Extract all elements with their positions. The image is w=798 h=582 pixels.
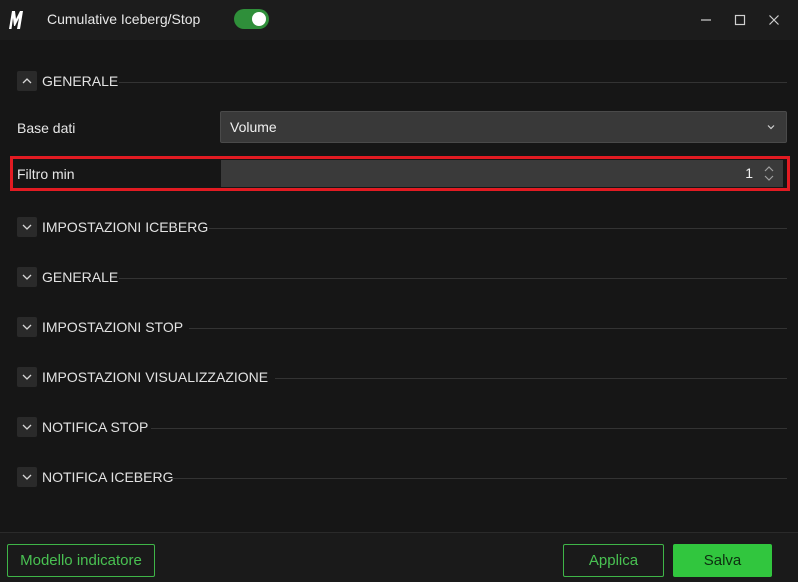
chevron-down-icon (767, 125, 775, 130)
expand-toggle[interactable] (17, 317, 37, 337)
minimize-button[interactable] (694, 8, 718, 32)
section-divider (209, 228, 787, 229)
chevron-up-icon (22, 78, 32, 84)
section-impostazioni-iceberg[interactable]: IMPOSTAZIONI ICEBERG (17, 217, 787, 239)
save-button[interactable]: Salva (673, 544, 772, 577)
filtro-min-label: Filtro min (17, 166, 75, 182)
maximize-icon (734, 14, 746, 26)
section-divider (151, 428, 787, 429)
apply-button[interactable]: Applica (563, 544, 664, 577)
section-title: GENERALE (42, 73, 119, 89)
collapse-toggle[interactable] (17, 71, 37, 91)
base-dati-value: Volume (230, 119, 277, 135)
indicator-enabled-toggle[interactable] (234, 9, 269, 29)
app-logo-icon (9, 11, 23, 29)
section-divider (189, 328, 787, 329)
minimize-icon (701, 19, 711, 21)
section-generale[interactable]: GENERALE (17, 267, 787, 289)
section-impostazioni-stop[interactable]: IMPOSTAZIONI STOP (17, 317, 787, 339)
section-divider (171, 478, 787, 479)
maximize-button[interactable] (728, 8, 752, 32)
title-bar: Cumulative Iceberg/Stop (0, 0, 798, 40)
expand-toggle[interactable] (17, 367, 37, 387)
filtro-min-value: 1 (745, 165, 753, 181)
close-icon (769, 15, 779, 25)
section-impostazioni-visualizzazione[interactable]: IMPOSTAZIONI VISUALIZZAZIONE (17, 367, 787, 389)
model-indicator-button[interactable]: Modello indicatore (7, 544, 155, 577)
chevron-down-icon (22, 374, 32, 380)
section-divider (119, 278, 787, 279)
section-notifica-stop[interactable]: NOTIFICA STOP (17, 417, 787, 439)
chevron-down-icon (22, 424, 32, 430)
section-title: NOTIFICA ICEBERG (42, 469, 174, 485)
expand-toggle[interactable] (17, 467, 37, 487)
base-dati-select[interactable]: Volume (220, 111, 787, 143)
close-button[interactable] (762, 8, 786, 32)
chevron-down-icon (22, 474, 32, 480)
section-title: IMPOSTAZIONI ICEBERG (42, 219, 209, 235)
toggle-knob (252, 12, 266, 26)
chevron-down-icon (22, 224, 32, 230)
filtro-min-input[interactable]: 1 (221, 160, 783, 187)
section-notifica-iceberg[interactable]: NOTIFICA ICEBERG (17, 467, 787, 489)
section-divider (119, 82, 787, 83)
section-divider (275, 378, 787, 379)
section-title: IMPOSTAZIONI VISUALIZZAZIONE (42, 369, 269, 385)
section-generale-expanded[interactable]: GENERALE (17, 71, 787, 93)
section-title: IMPOSTAZIONI STOP (42, 319, 184, 335)
spinner-arrows-icon[interactable] (763, 163, 775, 184)
base-dati-label: Base dati (17, 120, 76, 136)
section-title: NOTIFICA STOP (42, 419, 149, 435)
chevron-down-icon (22, 274, 32, 280)
footer-bar: Modello indicatore Applica Salva (0, 532, 798, 582)
expand-toggle[interactable] (17, 267, 37, 287)
expand-toggle[interactable] (17, 217, 37, 237)
section-title: GENERALE (42, 269, 119, 285)
expand-toggle[interactable] (17, 417, 37, 437)
window-title: Cumulative Iceberg/Stop (47, 11, 201, 27)
chevron-down-icon (22, 324, 32, 330)
